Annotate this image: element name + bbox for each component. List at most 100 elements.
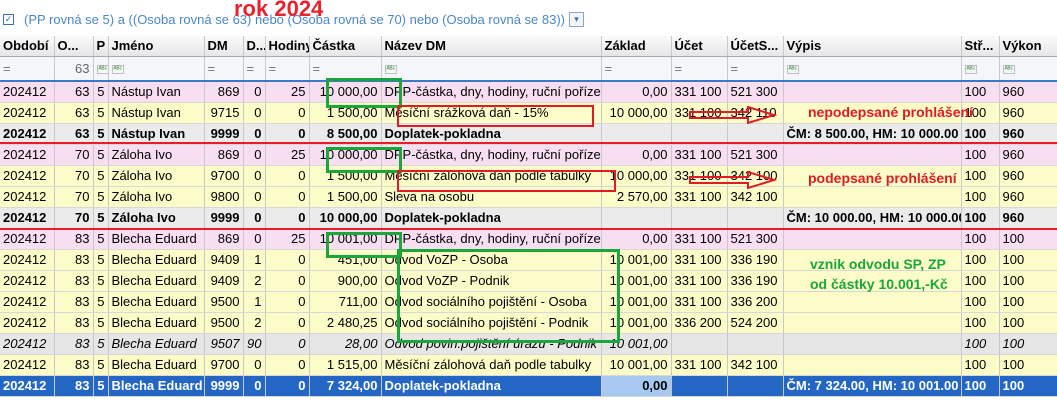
cell-jmeno: Nástup Ivan xyxy=(108,102,205,124)
filter-cell-stredisko[interactable]: ᴬᴮᶜ xyxy=(961,56,1000,82)
cell-hodiny: 25 xyxy=(265,228,310,250)
cell-osoba: 83 xyxy=(54,375,94,397)
cell-jmeno: Blecha Eduard xyxy=(108,333,205,355)
cell-hodiny: 25 xyxy=(265,144,310,166)
filter-cell-dm[interactable]: = xyxy=(204,56,244,82)
cell-ucet: 331 100 xyxy=(671,291,728,313)
cell-hodiny: 0 xyxy=(265,249,310,271)
cell-osoba: 70 xyxy=(54,144,94,166)
column-header-vykon[interactable]: Výkon xyxy=(999,36,1057,57)
note-unsigned-declaration: nepodepsané prohlášení xyxy=(808,104,973,120)
cell-hodiny: 0 xyxy=(265,165,310,187)
column-header-stredisko[interactable]: Stř... xyxy=(961,36,1000,57)
cell-vypis xyxy=(783,186,962,208)
column-header-dm[interactable]: DM xyxy=(204,36,244,57)
cell-stredisko: 100 xyxy=(961,333,1000,355)
column-header-ucet[interactable]: Účet xyxy=(671,36,728,57)
cell-vykon: 960 xyxy=(999,186,1057,208)
cell-hodiny: 0 xyxy=(265,207,310,229)
column-header-castka[interactable]: Částka xyxy=(309,36,382,57)
cell-ucet-s xyxy=(727,333,784,355)
column-header-obdobi[interactable]: Období xyxy=(0,36,55,57)
column-header-jmeno[interactable]: Jméno xyxy=(108,36,205,57)
filter-cell-zaklad[interactable]: = xyxy=(601,56,672,82)
cell-ucet-s xyxy=(727,207,784,229)
cell-dm: 9800 xyxy=(204,186,244,208)
highlight-amount-box xyxy=(326,78,402,108)
column-header-ucet-s[interactable]: ÚčetS... xyxy=(727,36,784,57)
cell-castka: 1 500,00 xyxy=(309,186,382,208)
column-header-osoba[interactable]: O... xyxy=(54,36,94,57)
cell-pp: 5 xyxy=(93,207,109,229)
cell-castka: 10 000,00 xyxy=(309,207,382,229)
cell-nazev-dm: Doplatek-pokladna xyxy=(381,207,602,229)
cell-osoba: 70 xyxy=(54,186,94,208)
cell-ucet-s: 342 100 xyxy=(727,354,784,376)
filter-dropdown-button[interactable]: ▾ xyxy=(569,12,584,27)
group-separator-line xyxy=(0,142,1057,144)
filter-cell-nazev-dm[interactable]: ᴬᴮᶜ xyxy=(381,56,602,82)
cell-stredisko: 100 xyxy=(961,375,1000,397)
filter-cell-jmeno[interactable]: ᴬᴮᶜ xyxy=(108,56,205,82)
filter-cell-vypis[interactable]: ᴬᴮᶜ xyxy=(783,56,962,82)
table-row[interactable]: 202412 83 5 Blecha Eduard 9999 0 0 7 324,00 Dopl… xyxy=(0,375,1057,397)
cell-hodiny: 0 xyxy=(265,186,310,208)
cell-pp: 5 xyxy=(93,354,109,376)
cell-obdobi: 202412 xyxy=(0,375,55,397)
cell-castka: 7 324,00 xyxy=(309,375,382,397)
cell-vypis xyxy=(783,312,962,334)
equals-operator-icon: = xyxy=(268,60,277,76)
cell-nazev-dm: DPP-částka, dny, hodiny, ruční pořízení xyxy=(381,81,602,103)
cell-obdobi: 202412 xyxy=(0,144,55,166)
filter-cell-ucet-s[interactable]: = xyxy=(727,56,784,82)
highlight-amount-box xyxy=(326,147,402,173)
text-filter-icon: ᴬᴮᶜ xyxy=(964,65,978,74)
table-row[interactable]: 202412 70 5 Záloha Ivo 9999 0 0 10 000,00 Doplat… xyxy=(0,207,1057,229)
column-header-nazev-dm[interactable]: Název DM xyxy=(381,36,602,57)
equals-operator-icon: = xyxy=(604,60,613,76)
cell-jmeno: Blecha Eduard xyxy=(108,375,205,397)
cell-dm: 869 xyxy=(204,228,244,250)
filter-cell-obdobi[interactable]: = xyxy=(0,56,55,82)
cell-d: 0 xyxy=(243,375,266,397)
cell-pp: 5 xyxy=(93,144,109,166)
text-filter-icon: ᴬᴮᶜ xyxy=(96,65,108,74)
column-header-vypis[interactable]: Výpis xyxy=(783,36,962,57)
column-header-hodiny[interactable]: Hodiny xyxy=(265,36,310,57)
cell-nazev-dm: Doplatek-pokladna xyxy=(381,375,602,397)
filter-cell-hodiny[interactable]: = xyxy=(265,56,310,82)
table-row[interactable]: 202412 83 5 Blecha Eduard 9700 0 0 1 515,00 Měsí… xyxy=(0,354,1057,376)
column-header-zaklad[interactable]: Základ xyxy=(601,36,672,57)
cell-vypis xyxy=(783,291,962,313)
cell-d: 2 xyxy=(243,270,266,292)
filter-cell-osoba[interactable]: 63 xyxy=(54,56,94,82)
cell-d: 0 xyxy=(243,354,266,376)
filter-cell-d[interactable]: = xyxy=(243,56,266,82)
cell-jmeno: Blecha Eduard xyxy=(108,270,205,292)
cell-jmeno: Blecha Eduard xyxy=(108,228,205,250)
cell-hodiny: 0 xyxy=(265,375,310,397)
column-header-pp[interactable]: P xyxy=(93,36,109,57)
table-row[interactable]: 202412 70 5 Záloha Ivo 869 0 25 10 000,00 DPP-čá… xyxy=(0,144,1057,166)
cell-zaklad: 0,00 xyxy=(601,81,672,103)
cell-ucet-s xyxy=(727,375,784,397)
cell-stredisko: 100 xyxy=(961,228,1000,250)
filter-enabled-checkbox[interactable]: ✓ xyxy=(3,14,14,25)
table-row[interactable]: 202412 83 5 Blecha Eduard 869 0 25 10 001,00 DPP… xyxy=(0,228,1057,250)
filter-cell-vykon[interactable]: ᴬᴮᶜ xyxy=(999,56,1057,82)
group-separator-line xyxy=(0,228,1057,230)
cell-dm: 9409 xyxy=(204,270,244,292)
highlight-amount-box xyxy=(326,232,402,258)
cell-vykon: 100 xyxy=(999,354,1057,376)
cell-vypis xyxy=(783,81,962,103)
highlight-contributions-box xyxy=(397,249,620,343)
cell-dm: 9700 xyxy=(204,354,244,376)
filter-cell-ucet[interactable]: = xyxy=(671,56,728,82)
cell-d: 0 xyxy=(243,165,266,187)
note-contribution-line1: vznik odvodu SP, ZP xyxy=(810,256,946,272)
column-header-d[interactable]: D... xyxy=(243,36,266,57)
table-row[interactable]: 202412 63 5 Nástup Ivan 869 0 25 10 000,00 DPP-č… xyxy=(0,81,1057,103)
filter-cell-pp[interactable]: ᴬᴮᶜ xyxy=(93,56,109,82)
cell-obdobi: 202412 xyxy=(0,186,55,208)
cell-stredisko: 100 xyxy=(961,291,1000,313)
